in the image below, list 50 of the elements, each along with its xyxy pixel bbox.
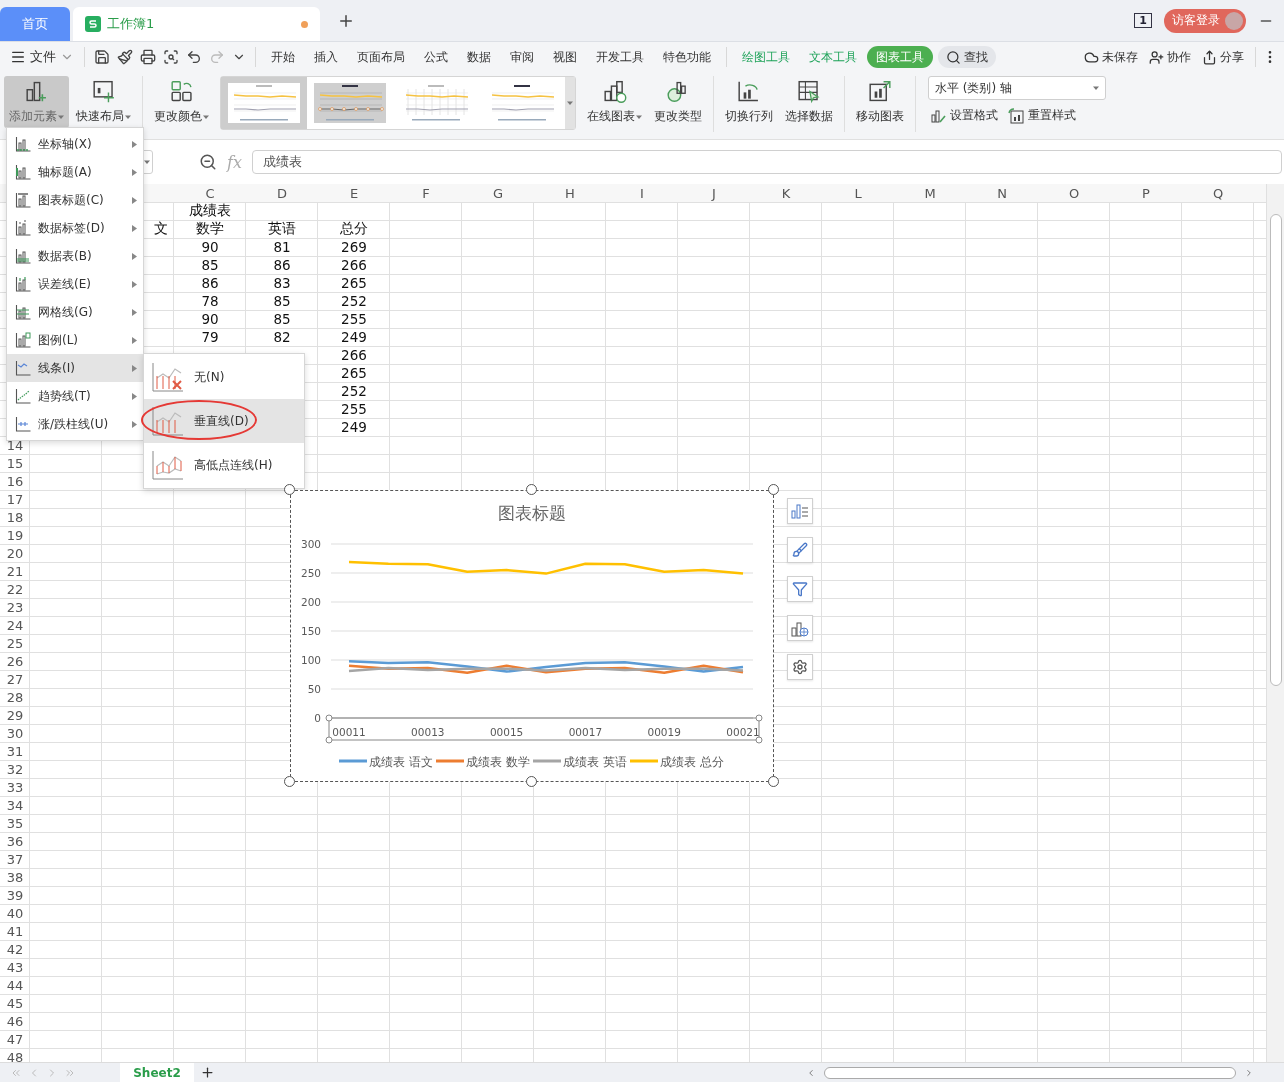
axis-label: 250 bbox=[300, 567, 321, 579]
axis-label: 00013 bbox=[411, 726, 445, 738]
table-cell-text: 英语 bbox=[267, 220, 297, 238]
table-cell-text: 265 bbox=[340, 274, 368, 292]
axis-label: 00017 bbox=[568, 726, 603, 738]
table-cell-text: 86 bbox=[272, 256, 292, 274]
table-cell-text: 85 bbox=[272, 310, 292, 328]
table-cell-text: 266 bbox=[340, 346, 368, 364]
table-cell-text: 266 bbox=[340, 256, 368, 274]
table-cell-text: 265 bbox=[340, 364, 368, 382]
table-cell-text: 269 bbox=[340, 238, 368, 256]
axis-label: 00019 bbox=[647, 726, 681, 738]
table-cell-text: 79 bbox=[200, 328, 220, 346]
axis-label: 50 bbox=[307, 683, 321, 695]
table-cell-text: 数学 bbox=[195, 220, 225, 238]
table-cell-text: 81 bbox=[272, 238, 292, 256]
table-cell-text: 252 bbox=[340, 292, 368, 310]
legend-label: 成绩表 语文 bbox=[369, 755, 433, 769]
table-cell-text: 90 bbox=[200, 238, 220, 256]
table-cell-text: 252 bbox=[340, 382, 368, 400]
chart-title: 图表标题 bbox=[498, 503, 566, 523]
table-cell-text: 90 bbox=[200, 310, 220, 328]
legend-item: 成绩表 数学 bbox=[436, 755, 530, 769]
table-cell-text: 255 bbox=[340, 400, 368, 418]
axis-label: 00015 bbox=[489, 726, 524, 738]
axis-label: 200 bbox=[300, 596, 321, 608]
table-cell-text: 249 bbox=[340, 418, 368, 436]
legend-label: 成绩表 英语 bbox=[563, 755, 627, 769]
legend-item: 成绩表 英语 bbox=[533, 755, 627, 769]
legend-item: 成绩表 语文 bbox=[339, 755, 433, 769]
table-cell-text: 83 bbox=[272, 274, 292, 292]
table-cell: 文 bbox=[154, 220, 168, 238]
table-cell-text: 86 bbox=[200, 274, 220, 292]
table-cell-text: 成绩表 bbox=[188, 202, 232, 220]
axis-label: 00011 bbox=[332, 726, 366, 738]
legend-item: 成绩表 总分 bbox=[630, 755, 724, 769]
table-cell-text: 249 bbox=[340, 328, 368, 346]
axis-label: 100 bbox=[300, 654, 321, 666]
axis-label: 00021 bbox=[726, 726, 760, 738]
table-cell-text: 255 bbox=[340, 310, 368, 328]
axis-label: 150 bbox=[300, 625, 321, 637]
table-cell-text: 78 bbox=[200, 292, 220, 310]
legend-label: 成绩表 数学 bbox=[466, 755, 530, 769]
legend-label: 成绩表 总分 bbox=[660, 755, 724, 769]
table-cell-text: 总分 bbox=[339, 220, 369, 238]
table-cell-text: 85 bbox=[272, 292, 292, 310]
axis-label: 300 bbox=[300, 538, 321, 550]
axis-label: 0 bbox=[314, 712, 321, 724]
table-cell-text: 85 bbox=[200, 256, 220, 274]
table-cell-text: 82 bbox=[272, 328, 292, 346]
